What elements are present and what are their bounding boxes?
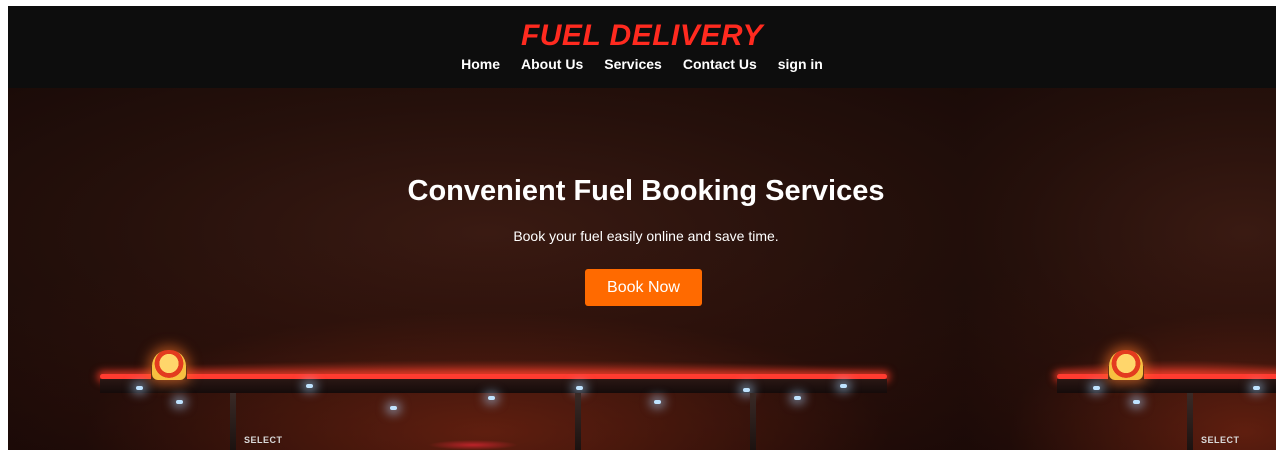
- canopy-lamp: [743, 388, 750, 392]
- book-now-button[interactable]: Book Now: [585, 269, 702, 306]
- canopy-lamp: [1253, 386, 1260, 390]
- canopy-pillar: [750, 393, 756, 450]
- select-store-sign: SELECT: [1201, 435, 1240, 445]
- brand-logo-text[interactable]: FUEL DELIVERY: [8, 19, 1276, 53]
- hero-title: Convenient Fuel Booking Services: [407, 175, 885, 207]
- canopy-lamp: [390, 406, 397, 410]
- canopy-lamp: [136, 386, 143, 390]
- canopy-pillar: [230, 393, 236, 450]
- hero-background-image: SELECT: [8, 88, 965, 450]
- canopy-lamp: [840, 384, 847, 388]
- nav-contact-link[interactable]: Contact Us: [683, 56, 757, 72]
- canopy-body: [1057, 379, 1276, 393]
- canopy-pillar: [575, 393, 581, 450]
- nav-sign-in-link[interactable]: sign in: [778, 56, 823, 72]
- ground-light: [428, 440, 518, 450]
- nav-services-link[interactable]: Services: [604, 56, 662, 72]
- nav-home-link[interactable]: Home: [461, 56, 500, 72]
- shell-logo-icon: [152, 350, 186, 380]
- select-store-sign: SELECT: [244, 435, 283, 445]
- page: FUEL DELIVERY Home About Us Services Con…: [8, 6, 1276, 450]
- canopy-lamp: [794, 396, 801, 400]
- nav-about-link[interactable]: About Us: [521, 56, 583, 72]
- canopy-lamp: [1133, 400, 1140, 404]
- canopy-body: [100, 379, 887, 393]
- main-nav: Home About Us Services Contact Us sign i…: [8, 56, 1276, 72]
- shell-logo-icon: [1109, 350, 1143, 380]
- canopy-lamp: [306, 384, 313, 388]
- canopy-lamp: [576, 386, 583, 390]
- canopy-lamp: [176, 400, 183, 404]
- canopy-pillar: [1187, 393, 1193, 450]
- site-header: FUEL DELIVERY Home About Us Services Con…: [8, 6, 1276, 88]
- canopy-lamp: [654, 400, 661, 404]
- hero-banner: SELECT SELECT Convenient Fuel Booking Se…: [8, 88, 1276, 450]
- hero-subtitle: Book your fuel easily online and save ti…: [513, 228, 779, 244]
- canopy-lamp: [1093, 386, 1100, 390]
- canopy-lamp: [488, 396, 495, 400]
- hero-background-image-repeat: SELECT: [965, 88, 1276, 450]
